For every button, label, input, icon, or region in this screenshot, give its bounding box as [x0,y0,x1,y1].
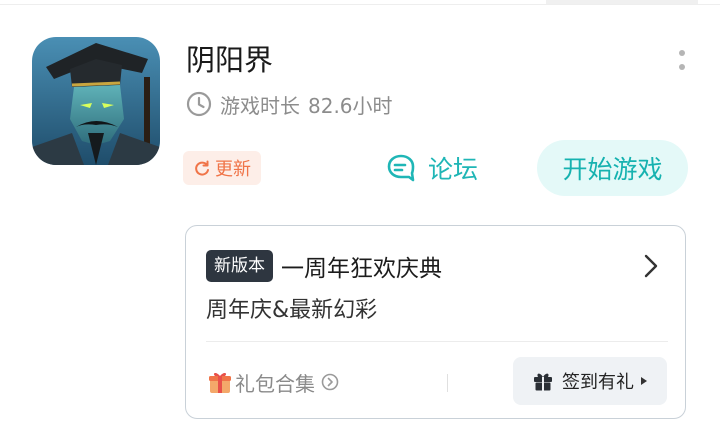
footer-separator [447,374,448,392]
card-divider [206,341,668,342]
game-title: 阴阳界 [186,43,274,77]
chevron-right-icon[interactable] [644,254,658,278]
playtime-value: 82.6小时 [308,93,393,118]
refresh-icon [195,160,209,176]
checkin-label: 签到有礼 [562,372,634,393]
game-icon-art [32,37,160,165]
gift-icon [534,373,552,391]
gift-set-link[interactable]: 礼包合集 [207,366,339,398]
game-icon[interactable] [32,37,160,165]
circle-arrow-right-icon [321,373,339,391]
more-menu-button[interactable] [668,44,696,78]
start-game-button[interactable]: 开始游戏 [537,140,688,196]
top-tab-indicator [546,0,698,4]
event-subtitle: 周年庆&最新幻彩 [206,298,378,323]
checkin-reward-button[interactable]: 签到有礼 [513,357,667,405]
event-title: 一周年狂欢庆典 [281,256,442,282]
playtime-label: 游戏时长 [220,93,300,118]
gift-set-label: 礼包合集 [235,371,315,396]
update-label: 更新 [215,159,251,180]
forum-button[interactable]: 论坛 [386,150,478,186]
triangle-right-icon [641,377,647,385]
start-game-label: 开始游戏 [562,155,663,184]
event-header: 新版本 一周年狂欢庆典 [206,249,442,283]
clock-icon [186,91,212,117]
update-button[interactable]: 更新 [183,151,261,185]
gift-emoji-icon [209,372,231,393]
new-version-tag: 新版本 [206,250,273,282]
event-card[interactable]: 新版本 一周年狂欢庆典 周年庆&最新幻彩 礼包合集 签到有礼 [185,225,686,419]
top-divider [0,4,720,5]
forum-label: 论坛 [428,155,479,184]
chat-bubble-icon [387,154,415,182]
playtime-row: 游戏时长 82.6小时 [186,88,393,120]
